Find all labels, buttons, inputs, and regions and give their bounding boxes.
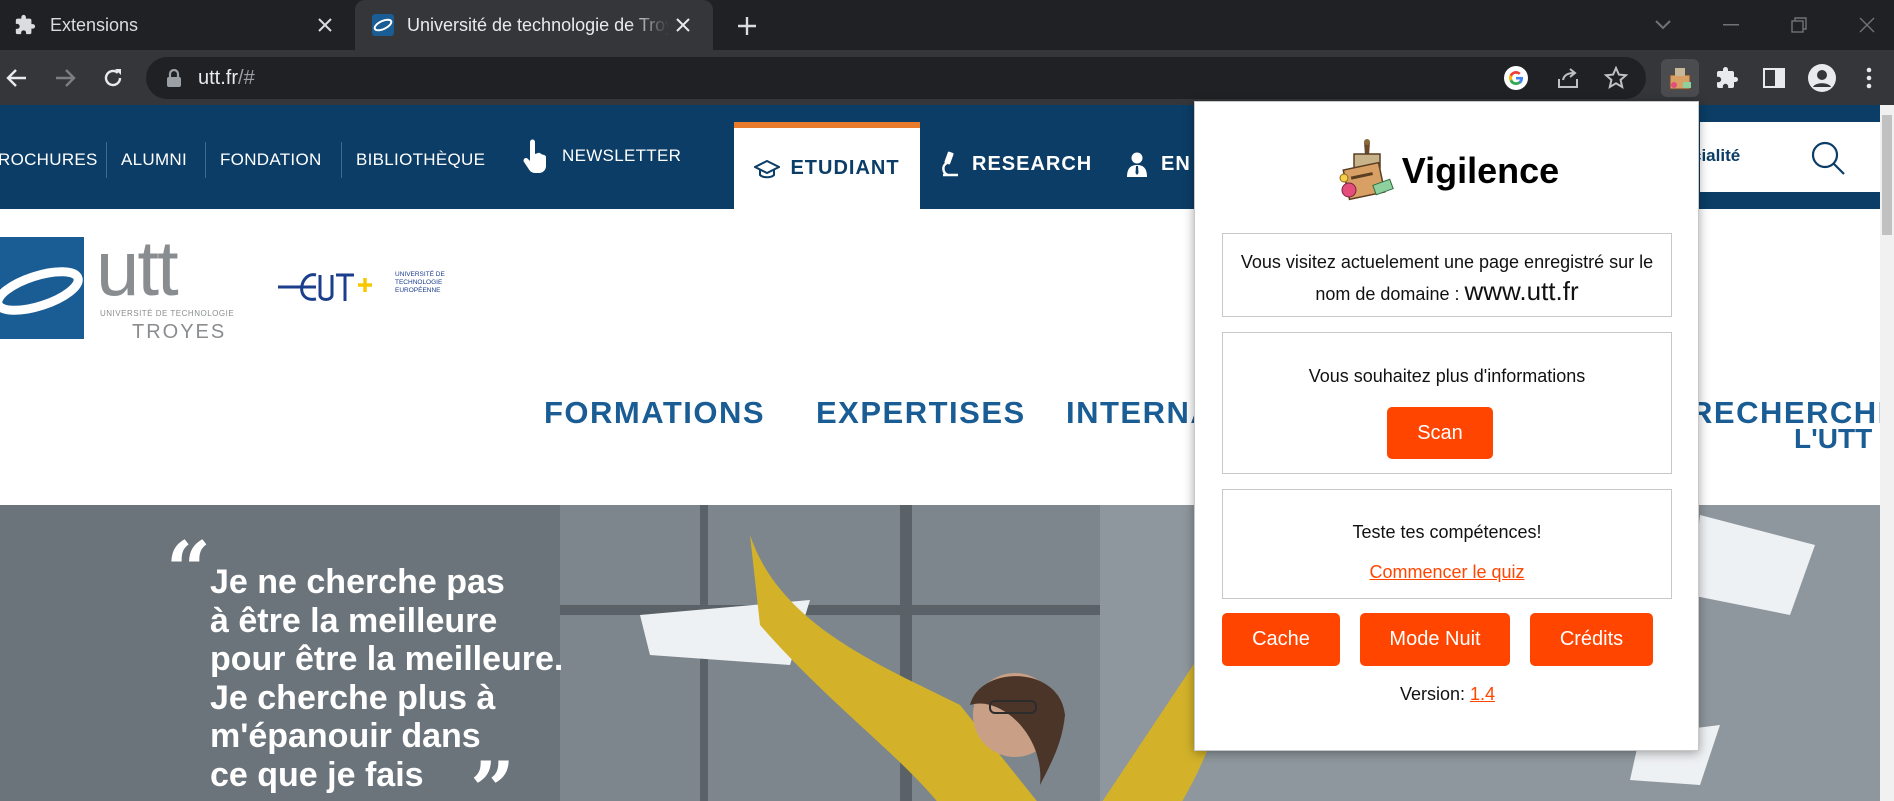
utt-favicon-icon <box>371 13 395 37</box>
minimize-icon[interactable] <box>1718 12 1744 38</box>
nav-expertises[interactable]: EXPERTISES <box>816 395 1026 431</box>
eut-logo[interactable]: UNIVERSITÉ DE TECHNOLOGIE EUROPÉENNE <box>276 267 476 317</box>
tab-research-label: RESEARCH <box>972 152 1093 175</box>
back-button[interactable] <box>2 63 32 93</box>
puzzle-icon <box>14 14 36 36</box>
businessman-icon <box>1125 151 1149 177</box>
eut-subtitle: UNIVERSITÉ DE TECHNOLOGIE EUROPÉENNE <box>395 271 445 294</box>
utt-emblem-icon <box>0 237 84 339</box>
quote-line: Je cherche plus à <box>210 678 496 717</box>
close-tab-icon[interactable] <box>671 13 695 37</box>
tab-search-icon[interactable] <box>1650 12 1676 38</box>
scan-box: Vous souhaitez plus d'informations Scan <box>1222 332 1672 474</box>
quote-line: pour être la meilleure. <box>210 640 564 678</box>
browser-tab-strip: Extensions Université de technologie de … <box>0 0 1894 50</box>
utt-logo[interactable]: utt UNIVERSITÉ DE TECHNOLOGIE TROYES <box>0 224 270 347</box>
more-info-text: Vous souhaitez plus d'informations <box>1308 366 1586 386</box>
tab-title: Université de technologie de Troyes <box>407 14 669 35</box>
side-panel-icon[interactable] <box>1758 62 1790 94</box>
quiz-box: Teste tes compétences! Commencer le quiz <box>1222 489 1672 599</box>
utt-wordmark: utt <box>96 224 179 312</box>
lock-icon[interactable] <box>166 69 182 88</box>
open-quote-mark: “ <box>166 525 211 616</box>
newsletter-label: NEWSLETTER <box>562 146 682 165</box>
tab-extensions[interactable]: Extensions <box>0 0 355 50</box>
tab-research[interactable]: RESEARCH <box>940 151 1092 177</box>
quote-line: à être la meilleure <box>210 601 498 640</box>
nav-separator <box>341 142 342 178</box>
vigilence-popup: Vigilence Vous visitez actuelement une p… <box>1194 101 1699 751</box>
version-link[interactable]: 1.4 <box>1470 684 1495 704</box>
eut-mark-icon <box>278 273 372 301</box>
top-link-brochures[interactable]: ROCHURES <box>0 150 98 170</box>
chrome-menu-icon[interactable] <box>1853 62 1885 94</box>
nav-formations[interactable]: FORMATIONS <box>544 395 765 431</box>
site-search-box[interactable]: cialité <box>1692 122 1880 192</box>
top-link-bibliotheque[interactable]: BIBLIOTHÈQUE <box>356 150 485 170</box>
domain-info-box: Vous visitez actuelement une page enregi… <box>1222 233 1672 317</box>
reload-button[interactable] <box>98 63 128 93</box>
new-tab-button[interactable] <box>734 13 760 39</box>
tab-en-label: EN <box>1161 152 1191 175</box>
tab-entreprises[interactable]: EN <box>1125 151 1191 177</box>
profile-avatar-icon[interactable] <box>1806 62 1838 94</box>
credits-button[interactable]: Crédits <box>1530 613 1653 666</box>
tab-etudiant[interactable]: ETUDIANT <box>734 122 920 209</box>
visit-text: Vous visitez actuelement une page enregi… <box>1240 252 1654 304</box>
utt-city: TROYES <box>132 321 227 343</box>
version-label: Version: <box>1399 684 1465 704</box>
close-quote-mark: ” <box>470 745 515 801</box>
address-bar[interactable]: utt.fr/# <box>146 57 1646 99</box>
cache-button[interactable]: Cache <box>1222 613 1340 666</box>
start-quiz-link[interactable]: Commencer le quiz <box>1223 562 1671 583</box>
extensions-puzzle-icon[interactable] <box>1711 62 1743 94</box>
page-scrollbar[interactable] <box>1880 105 1894 801</box>
scrollbar-thumb[interactable] <box>1882 115 1892 235</box>
tab-etudiant-label: ETUDIANT <box>790 157 900 179</box>
pointer-hand-icon <box>520 138 548 174</box>
tab-utt[interactable]: Université de technologie de Troyes <box>355 0 713 50</box>
browser-toolbar: utt.fr/# <box>0 50 1894 105</box>
nav-separator <box>106 142 107 178</box>
version-line: Version: 1.4 <box>1195 684 1700 705</box>
url-text: utt.fr/# <box>198 67 255 89</box>
close-window-icon[interactable] <box>1854 12 1880 38</box>
nav-lutt[interactable]: L'UTT <box>1794 423 1872 455</box>
newsletter-link[interactable]: NEWSLETTER <box>520 138 681 174</box>
tab-title: Extensions <box>50 14 139 35</box>
share-icon[interactable] <box>1556 67 1580 89</box>
top-link-fondation[interactable]: FONDATION <box>220 150 322 170</box>
restore-icon[interactable] <box>1786 12 1812 38</box>
quote-line: Je ne cherche pas <box>210 563 505 601</box>
nav-separator <box>205 142 206 178</box>
bookmark-star-icon[interactable] <box>1604 66 1628 90</box>
night-mode-button[interactable]: Mode Nuit <box>1360 613 1510 666</box>
popup-title: Vigilence <box>1401 150 1560 191</box>
popup-header: Vigilence <box>1195 138 1700 204</box>
graduation-cap-icon <box>754 159 781 179</box>
microscope-icon <box>940 151 960 177</box>
vigilence-extension-icon[interactable] <box>1661 59 1699 97</box>
top-link-alumni[interactable]: ALUMNI <box>121 150 187 170</box>
vigilence-logo-icon <box>1336 138 1396 204</box>
google-icon[interactable] <box>1504 66 1528 90</box>
search-icon[interactable] <box>1810 140 1846 176</box>
forward-button[interactable] <box>50 63 80 93</box>
quiz-title: Teste tes compétences! <box>1352 522 1542 542</box>
scan-button[interactable]: Scan <box>1387 407 1493 459</box>
utt-subtitle: UNIVERSITÉ DE TECHNOLOGIE <box>100 309 235 318</box>
domain-text: www.utt.fr <box>1464 276 1579 306</box>
close-tab-icon[interactable] <box>313 13 337 37</box>
nav-international[interactable]: INTERNA <box>1066 395 1214 431</box>
